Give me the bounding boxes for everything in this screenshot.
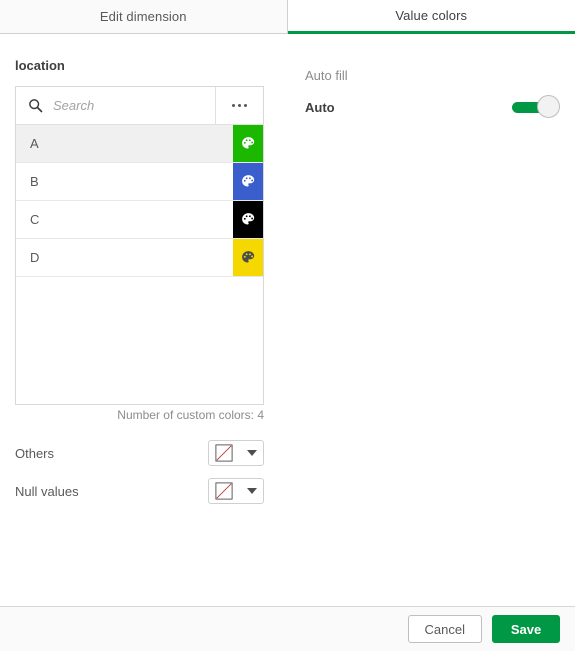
palette-icon (241, 137, 254, 149)
search-input[interactable]: Search (16, 87, 215, 124)
value-colors-left-panel: location Search A B C D Number of custom… (0, 34, 290, 606)
value-listbox: Search A B C D (15, 86, 264, 405)
value-label: D (30, 250, 40, 265)
value-color-swatch[interactable] (233, 239, 263, 276)
palette-icon (241, 251, 254, 263)
value-row[interactable]: D (16, 239, 263, 277)
listbox-search-row: Search (16, 87, 263, 125)
null-values-row: Null values (15, 477, 264, 505)
cancel-button[interactable]: Cancel (407, 615, 482, 643)
others-row: Others (15, 439, 264, 467)
kebab-menu-icon (238, 104, 241, 107)
kebab-menu-icon (232, 104, 235, 107)
value-row[interactable]: B (16, 163, 263, 201)
null-values-color-dropdown[interactable] (208, 478, 264, 504)
field-name-label: location (15, 58, 65, 73)
value-row[interactable]: C (16, 201, 263, 239)
others-color-dropdown[interactable] (208, 440, 264, 466)
tab-edit-dimension[interactable]: Edit dimension (0, 0, 288, 34)
value-colors-right-panel: Auto fill Auto (290, 34, 575, 606)
chevron-down-icon (247, 488, 257, 494)
null-values-label: Null values (15, 483, 79, 499)
value-label: B (30, 174, 39, 189)
search-placeholder: Search (53, 98, 95, 113)
chevron-down-icon (247, 450, 257, 456)
value-label: C (30, 212, 40, 227)
no-color-swatch-icon (215, 444, 233, 462)
save-button[interactable]: Save (492, 615, 560, 643)
tab-bar: Edit dimension Value colors (0, 0, 575, 34)
listbox-menu-button[interactable] (215, 87, 263, 124)
palette-icon (241, 213, 254, 225)
auto-fill-section-header: Auto fill (305, 68, 348, 83)
search-icon (29, 99, 43, 113)
value-row[interactable]: A (16, 125, 263, 163)
dialog-footer: Cancel Save (0, 606, 575, 651)
value-color-swatch[interactable] (233, 125, 263, 162)
kebab-menu-icon (244, 104, 247, 107)
dialog-content: location Search A B C D Number of custom… (0, 34, 575, 606)
toggle-knob (537, 95, 560, 118)
custom-colors-count: Number of custom colors: 4 (117, 408, 264, 422)
others-label: Others (15, 445, 55, 461)
value-color-swatch[interactable] (233, 163, 263, 200)
auto-label: Auto (305, 99, 335, 115)
auto-toggle-switch[interactable] (512, 95, 560, 119)
value-label: A (30, 136, 39, 151)
no-color-swatch-icon (215, 482, 233, 500)
value-color-swatch[interactable] (233, 201, 263, 238)
auto-setting-row: Auto (305, 94, 560, 120)
tab-edit-dimension-label: Edit dimension (99, 9, 187, 24)
palette-icon (241, 175, 254, 187)
tab-value-colors-label: Value colors (395, 8, 468, 23)
tab-value-colors[interactable]: Value colors (287, 0, 575, 34)
